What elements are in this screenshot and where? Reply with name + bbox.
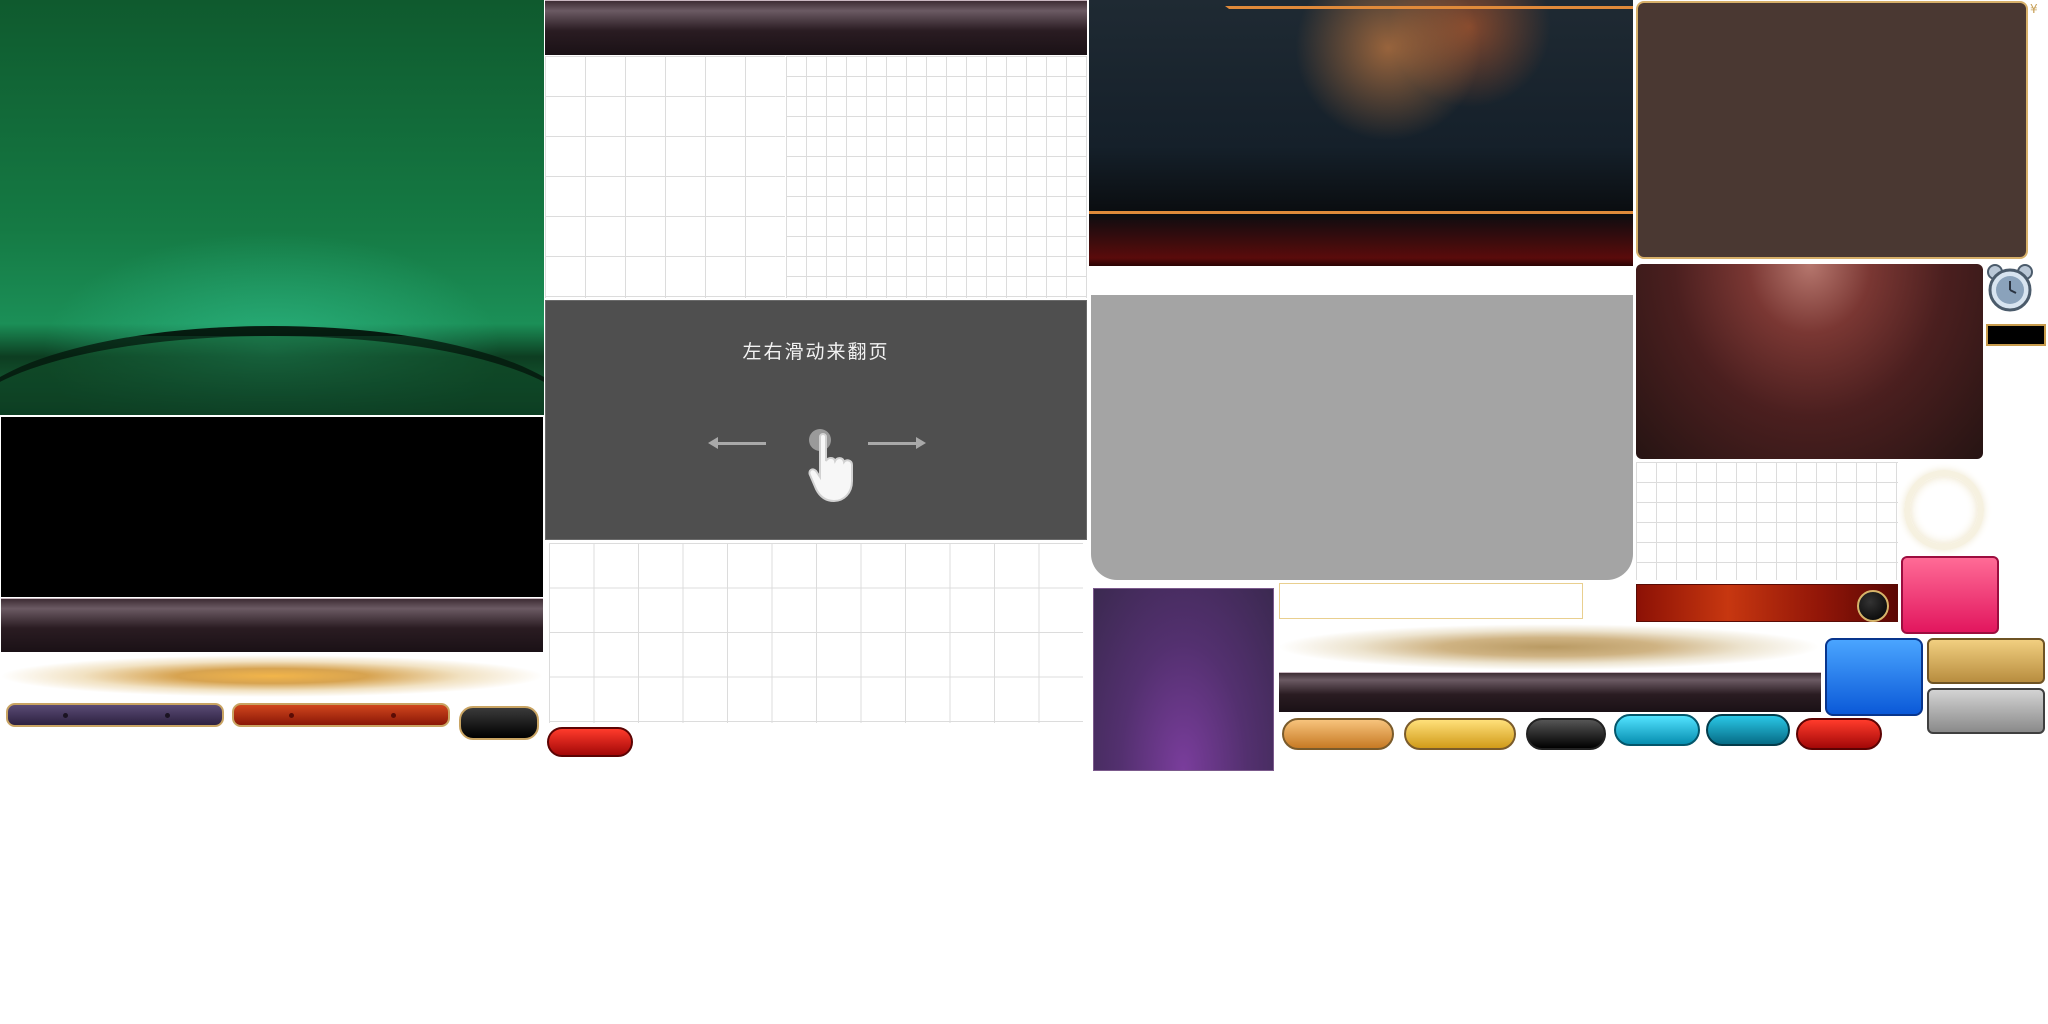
- pill-dot: [165, 713, 170, 718]
- brown-dialog-panel: [1636, 1, 2028, 259]
- pill-dot: [391, 713, 396, 718]
- swipe-hint-text: 左右滑动来翻页: [742, 341, 890, 363]
- white-ring-icon: [1904, 470, 1984, 550]
- dark-subheader-bar: [1279, 672, 1821, 712]
- cyan-button[interactable]: [1614, 714, 1700, 746]
- bronze-glow-divider: [1279, 624, 1819, 670]
- pill-dot: [289, 713, 294, 718]
- timer-display-box: [1986, 324, 2046, 346]
- orange-frame-bottom: [1089, 196, 1633, 214]
- starry-red-panel: [1636, 264, 1983, 459]
- blue-square-button[interactable]: [1825, 638, 1923, 716]
- alarm-clock-icon: [1987, 264, 2033, 312]
- grid-panel-bottom: [549, 543, 1083, 723]
- orange-frame-top: [1089, 6, 1633, 26]
- silver-tile-button[interactable]: [1927, 688, 2045, 734]
- grid-panel-large: [545, 56, 785, 298]
- yellow-button[interactable]: [1404, 718, 1516, 750]
- green-felt-table-background: [0, 0, 544, 415]
- red-pill-button[interactable]: [232, 703, 450, 727]
- dark-title-bar: [545, 0, 1087, 55]
- dark-cyan-button[interactable]: [1706, 714, 1790, 746]
- gold-glow-divider: [1, 655, 543, 697]
- arrow-right-icon: [868, 437, 926, 449]
- purple-gradient-panel: [1093, 588, 1274, 771]
- swipe-tutorial-panel: 左右滑动来翻页: [545, 300, 1087, 540]
- purple-pill-button[interactable]: [6, 703, 224, 727]
- outline-input-box[interactable]: [1279, 583, 1583, 619]
- gray-rounded-panel: [1091, 295, 1633, 580]
- orange-button[interactable]: [1282, 718, 1394, 750]
- black-button[interactable]: [1526, 718, 1606, 750]
- dark-header-bar: [1, 598, 543, 652]
- black-panel: [1, 417, 543, 597]
- red-button[interactable]: [1796, 718, 1882, 750]
- pill-dot: [63, 713, 68, 718]
- arrow-left-icon: [708, 437, 766, 449]
- grid-panel-small: [786, 56, 1087, 298]
- corner-currency-mark: ¥: [2030, 2, 2038, 16]
- hand-swipe-icon: [808, 433, 853, 503]
- red-progress-bar: [1636, 584, 1898, 622]
- gold-tile-button[interactable]: [1927, 638, 2045, 684]
- grid-panel-mini: [1636, 462, 1898, 580]
- black-pill-button[interactable]: [459, 706, 539, 740]
- red-small-button[interactable]: [547, 727, 633, 757]
- casino-scene-panel: [1089, 0, 1633, 266]
- progress-knob[interactable]: [1857, 590, 1889, 622]
- pink-square-button[interactable]: [1901, 556, 1999, 634]
